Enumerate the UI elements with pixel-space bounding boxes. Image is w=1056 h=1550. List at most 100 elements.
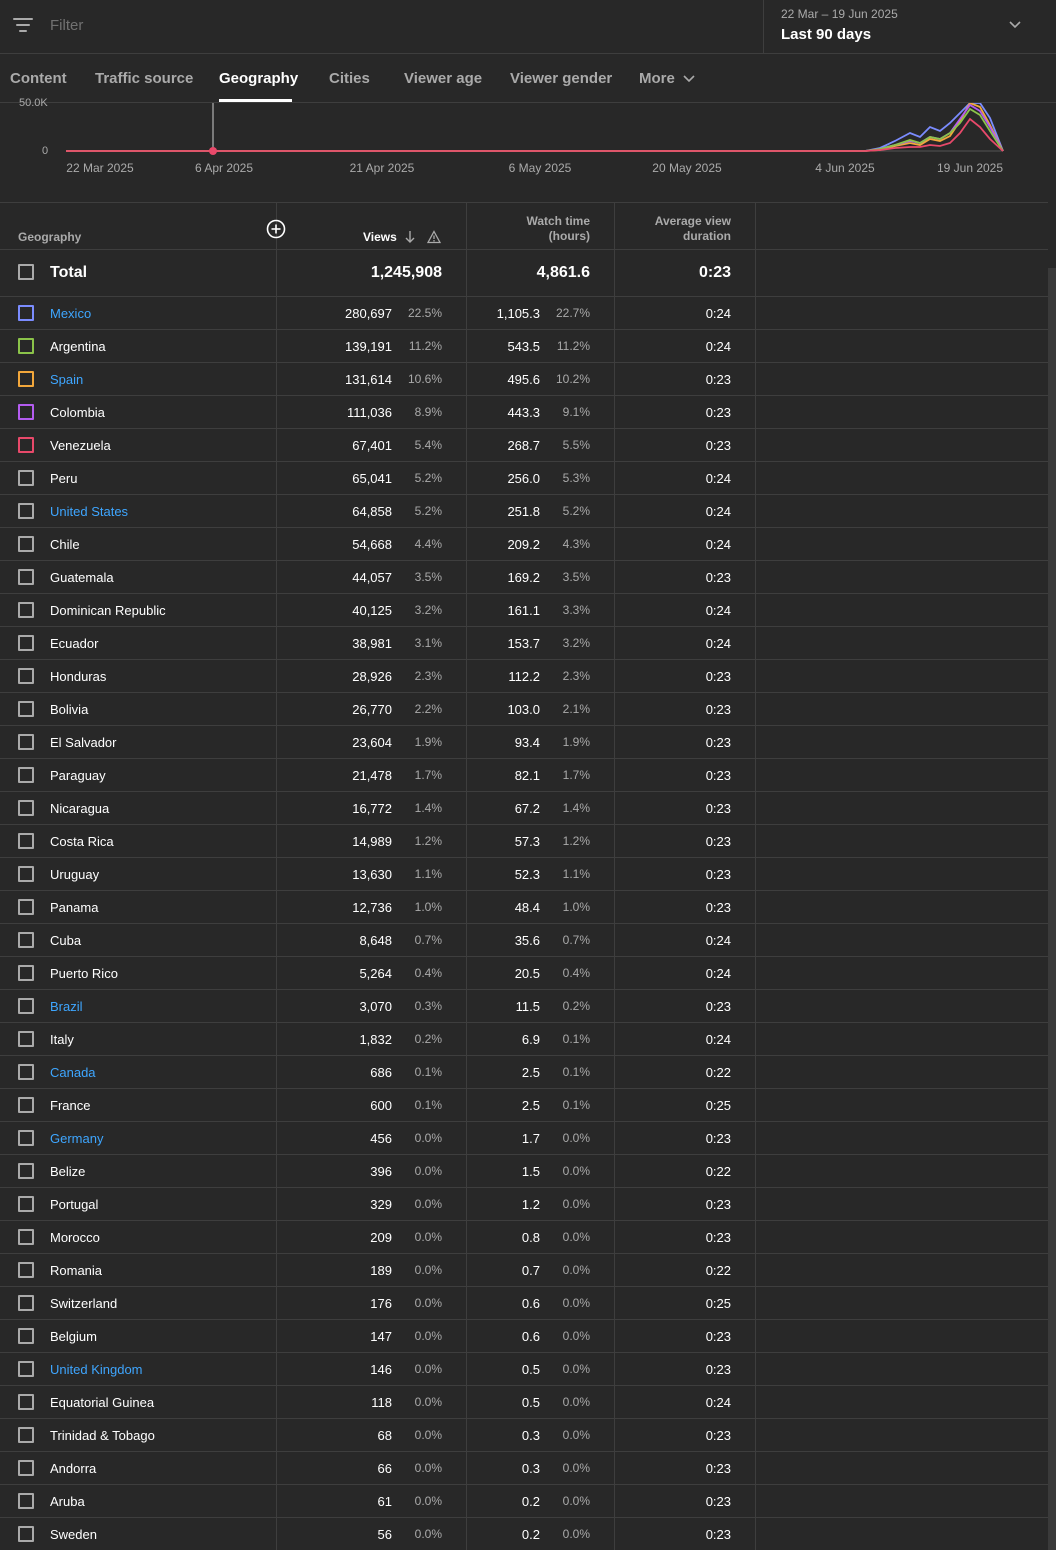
row-checkbox[interactable] <box>18 1328 34 1344</box>
header-geography[interactable]: Geography <box>18 230 81 245</box>
row-average-view-duration: 0:23 <box>705 1461 731 1476</box>
row-views: 176 <box>370 1296 392 1311</box>
warning-icon[interactable] <box>427 230 441 244</box>
row-checkbox[interactable] <box>18 1130 34 1146</box>
table-row: Spain 131,614 10.6% 495.6 10.2% 0:23 <box>0 363 1048 396</box>
row-checkbox[interactable] <box>18 503 34 519</box>
row-checkbox[interactable] <box>18 569 34 585</box>
row-views: 209 <box>370 1230 392 1245</box>
tab-bar: Content Traffic source Geography Cities … <box>0 55 1056 103</box>
row-checkbox[interactable] <box>18 1493 34 1509</box>
row-views-pct: 0.0% <box>414 1461 442 1475</box>
row-average-view-duration: 0:24 <box>705 636 731 651</box>
table-row: Chile 54,668 4.4% 209.2 4.3% 0:24 <box>0 528 1048 561</box>
row-views: 146 <box>370 1362 392 1377</box>
row-country-name[interactable]: Spain <box>50 372 83 387</box>
tab-geography[interactable]: Geography <box>219 70 298 87</box>
total-average-view-duration: 0:23 <box>698 264 731 281</box>
row-checkbox[interactable] <box>18 305 34 321</box>
row-checkbox[interactable] <box>18 1097 34 1113</box>
row-views: 189 <box>370 1263 392 1278</box>
row-checkbox[interactable] <box>18 404 34 420</box>
row-checkbox[interactable] <box>18 1460 34 1476</box>
row-checkbox[interactable] <box>18 668 34 684</box>
row-country-name[interactable]: United Kingdom <box>50 1362 143 1377</box>
row-checkbox[interactable] <box>18 602 34 618</box>
row-views-pct: 0.4% <box>414 966 442 980</box>
row-checkbox[interactable] <box>18 899 34 915</box>
row-checkbox[interactable] <box>18 965 34 981</box>
sort-descending-icon[interactable] <box>404 230 416 244</box>
row-country-name[interactable]: United States <box>50 504 128 519</box>
row-checkbox[interactable] <box>18 734 34 750</box>
tab-viewer-gender[interactable]: Viewer gender <box>510 70 612 87</box>
date-range-selector[interactable]: 22 Mar – 19 Jun 2025 Last 90 days <box>763 0 1056 54</box>
row-checkbox[interactable] <box>18 1163 34 1179</box>
tab-more[interactable]: More <box>639 70 695 87</box>
filter-input[interactable]: Filter <box>50 17 83 34</box>
table-row: Portugal 329 0.0% 1.2 0.0% 0:23 <box>0 1188 1048 1221</box>
row-checkbox[interactable] <box>18 767 34 783</box>
date-marker-dot <box>209 147 217 155</box>
series-line-spain <box>66 103 1004 152</box>
header-average-view-duration[interactable]: Average view duration <box>631 214 731 244</box>
row-watch-time: 0.2 <box>521 1494 540 1509</box>
row-checkbox[interactable] <box>18 1196 34 1212</box>
row-checkbox[interactable] <box>18 1262 34 1278</box>
row-checkbox[interactable] <box>18 1064 34 1080</box>
table-body: Mexico 280,697 22.5% 1,105.3 22.7% 0:24 Argent… <box>0 297 1048 1550</box>
row-watch-time-pct: 0.0% <box>562 1494 590 1508</box>
row-views-pct: 22.5% <box>407 306 442 320</box>
tab-cities[interactable]: Cities <box>329 70 370 87</box>
row-checkbox[interactable] <box>18 437 34 453</box>
table-row: Belize 396 0.0% 1.5 0.0% 0:22 <box>0 1155 1048 1188</box>
table-row: France 600 0.1% 2.5 0.1% 0:25 <box>0 1089 1048 1122</box>
row-views: 118 <box>371 1395 392 1410</box>
row-country-name[interactable]: Germany <box>50 1131 103 1146</box>
table-row: Peru 65,041 5.2% 256.0 5.3% 0:24 <box>0 462 1048 495</box>
row-checkbox[interactable] <box>18 1526 34 1542</box>
row-checkbox[interactable] <box>18 1427 34 1443</box>
row-views: 329 <box>370 1197 392 1212</box>
row-checkbox[interactable] <box>18 1361 34 1377</box>
row-views: 12,736 <box>352 900 392 915</box>
row-checkbox[interactable] <box>18 371 34 387</box>
row-checkbox[interactable] <box>18 1295 34 1311</box>
row-checkbox[interactable] <box>18 1394 34 1410</box>
row-country-name[interactable]: Brazil <box>50 999 83 1014</box>
table-row: Germany 456 0.0% 1.7 0.0% 0:23 <box>0 1122 1048 1155</box>
row-checkbox[interactable] <box>18 338 34 354</box>
row-checkbox[interactable] <box>18 701 34 717</box>
row-country-name[interactable]: Mexico <box>50 306 91 321</box>
row-views-pct: 5.2% <box>414 471 442 485</box>
row-checkbox[interactable] <box>18 1031 34 1047</box>
row-checkbox[interactable] <box>18 932 34 948</box>
row-country-name: Honduras <box>50 669 107 684</box>
tab-content[interactable]: Content <box>10 70 67 87</box>
row-watch-time: 209.2 <box>507 537 540 552</box>
row-watch-time-pct: 0.0% <box>562 1131 590 1145</box>
filter-icon[interactable] <box>13 17 33 33</box>
header-views[interactable]: Views <box>363 230 397 245</box>
row-views-pct: 1.2% <box>414 834 442 848</box>
total-checkbox[interactable] <box>18 264 34 280</box>
add-metric-icon[interactable] <box>266 219 286 239</box>
row-watch-time-pct: 3.2% <box>562 636 590 650</box>
table-row: Puerto Rico 5,264 0.4% 20.5 0.4% 0:24 <box>0 957 1048 990</box>
tab-traffic-source[interactable]: Traffic source <box>95 70 193 87</box>
row-checkbox[interactable] <box>18 833 34 849</box>
row-checkbox[interactable] <box>18 866 34 882</box>
row-views-pct: 1.9% <box>414 735 442 749</box>
header-watch-time[interactable]: Watch time (hours) <box>500 214 590 244</box>
row-checkbox[interactable] <box>18 1229 34 1245</box>
row-checkbox[interactable] <box>18 470 34 486</box>
row-checkbox[interactable] <box>18 635 34 651</box>
row-checkbox[interactable] <box>18 998 34 1014</box>
row-checkbox[interactable] <box>18 536 34 552</box>
row-country-name[interactable]: Canada <box>50 1065 96 1080</box>
scrollbar-thumb[interactable] <box>1048 268 1056 1550</box>
row-views-pct: 0.1% <box>414 1065 442 1079</box>
row-checkbox[interactable] <box>18 800 34 816</box>
tab-viewer-age[interactable]: Viewer age <box>404 70 482 87</box>
chart-canvas <box>66 103 1004 155</box>
